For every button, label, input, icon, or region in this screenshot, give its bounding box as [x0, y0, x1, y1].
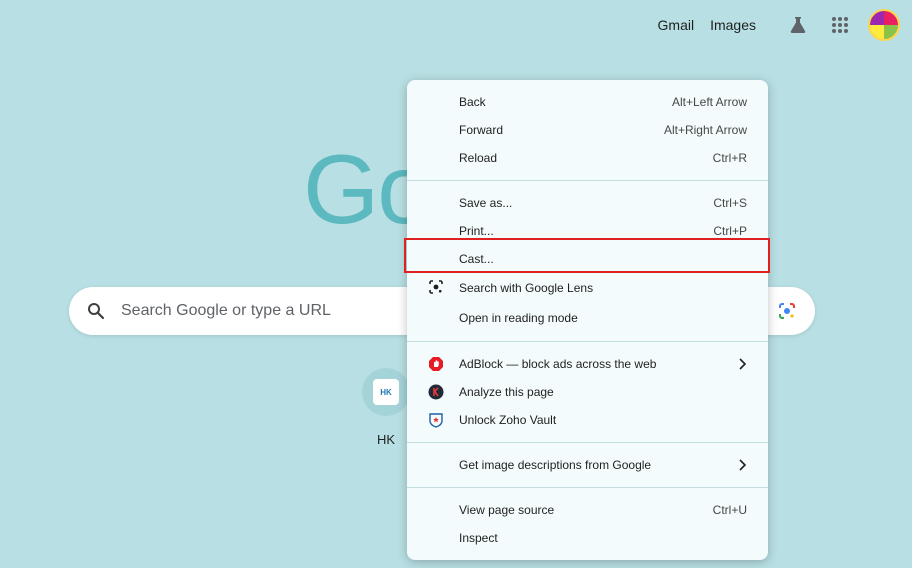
menu-separator: [407, 487, 768, 488]
menu-item-label: Save as...: [459, 196, 513, 210]
menu-separator: [407, 180, 768, 181]
menu-separator: [407, 442, 768, 443]
adblock-icon: [427, 356, 445, 372]
menu-item-adblock[interactable]: AdBlock — block ads across the web: [407, 350, 768, 378]
menu-item-inspect[interactable]: Inspect: [407, 524, 768, 552]
menu-separator: [407, 341, 768, 342]
menu-item-forward[interactable]: Forward Alt+Right Arrow: [407, 116, 768, 144]
lens-icon: [427, 279, 445, 295]
chevron-right-icon: [738, 459, 747, 474]
menu-item-shortcut: Ctrl+R: [712, 151, 747, 165]
menu-item-shortcut: Alt+Right Arrow: [663, 123, 747, 137]
top-bar: Gmail Images: [658, 8, 900, 42]
menu-item-save-as[interactable]: Save as... Ctrl+S: [407, 189, 768, 217]
menu-item-label: Analyze this page: [459, 385, 554, 399]
menu-item-label: AdBlock — block ads across the web: [459, 357, 657, 371]
menu-item-reload[interactable]: Reload Ctrl+R: [407, 144, 768, 172]
menu-item-print[interactable]: Print... Ctrl+P: [407, 217, 768, 245]
menu-item-label: Get image descriptions from Google: [459, 458, 652, 472]
menu-item-zoho-vault[interactable]: Unlock Zoho Vault: [407, 406, 768, 434]
menu-item-image-descriptions[interactable]: Get image descriptions from Google: [407, 451, 768, 479]
google-lens-icon[interactable]: [777, 301, 797, 321]
analyze-icon: [427, 384, 445, 400]
chevron-right-icon: [738, 358, 747, 373]
menu-item-label: Search with Google Lens: [459, 281, 594, 295]
menu-item-label: Open in reading mode: [459, 311, 578, 325]
menu-item-label: Cast...: [459, 252, 494, 266]
menu-item-reading-mode[interactable]: Open in reading mode: [407, 303, 768, 333]
menu-item-search-with-lens[interactable]: Search with Google Lens: [407, 273, 768, 303]
gmail-link[interactable]: Gmail: [658, 17, 695, 33]
search-icon: [87, 301, 107, 321]
search-placeholder: Search Google or type a URL: [121, 302, 331, 319]
context-menu: Back Alt+Left Arrow Forward Alt+Right Ar…: [407, 80, 768, 560]
menu-item-label: Back: [459, 95, 486, 109]
menu-item-label: Print...: [459, 224, 494, 238]
menu-item-label: Forward: [459, 123, 504, 137]
menu-item-label: Unlock Zoho Vault: [459, 413, 557, 427]
labs-flask-icon[interactable]: [782, 9, 814, 41]
menu-item-cast[interactable]: Cast...: [407, 245, 768, 273]
menu-item-shortcut: Ctrl+S: [713, 196, 747, 210]
menu-item-label: Reload: [459, 151, 498, 165]
menu-item-view-source[interactable]: View page source Ctrl+U: [407, 496, 768, 524]
menu-item-shortcut: Ctrl+U: [712, 503, 747, 517]
menu-item-shortcut: Alt+Left Arrow: [671, 95, 747, 109]
images-link[interactable]: Images: [710, 17, 756, 33]
menu-item-label: Inspect: [459, 531, 498, 545]
shortcut-label: HK: [376, 432, 396, 447]
menu-item-label: View page source: [459, 503, 555, 517]
hk-favicon-icon: HK: [373, 379, 399, 405]
account-avatar[interactable]: [868, 9, 900, 41]
apps-grid-icon[interactable]: [824, 9, 856, 41]
shortcut-tile[interactable]: HK: [362, 368, 410, 416]
menu-item-shortcut: Ctrl+P: [713, 224, 747, 238]
menu-item-back[interactable]: Back Alt+Left Arrow: [407, 88, 768, 116]
zoho-vault-icon: [427, 412, 445, 428]
shortcut-hk[interactable]: HK HK: [362, 368, 410, 447]
menu-item-analyze-page[interactable]: Analyze this page: [407, 378, 768, 406]
